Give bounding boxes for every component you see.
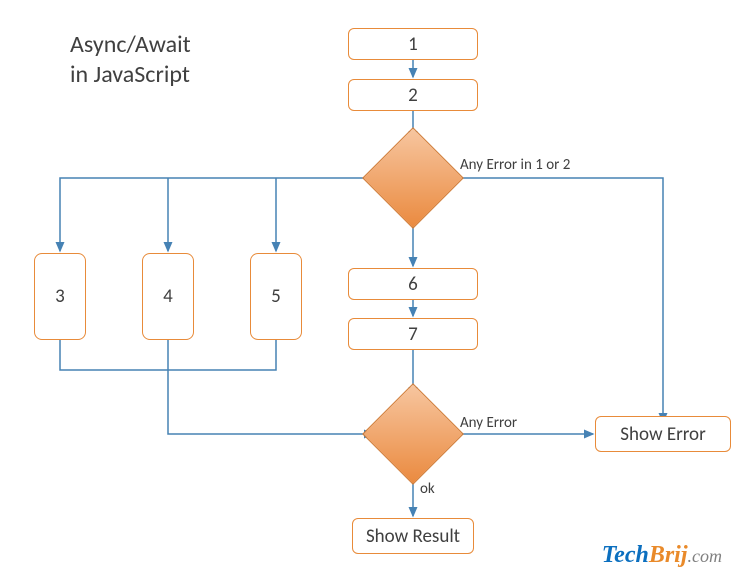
node-2-label: 2 xyxy=(408,84,418,107)
node-show-result: Show Result xyxy=(352,518,474,554)
title-line-1: Async/Await xyxy=(70,30,191,59)
brand-part-2: Brij xyxy=(649,542,688,568)
node-4-label: 4 xyxy=(163,285,173,308)
diagram-title: Async/Await in JavaScript xyxy=(70,30,191,90)
node-show-error: Show Error xyxy=(595,416,731,452)
title-line-2: in JavaScript xyxy=(70,60,190,89)
node-3: 3 xyxy=(34,253,86,340)
node-6-label: 6 xyxy=(408,273,418,296)
node-7-label: 7 xyxy=(408,323,418,346)
decision-2 xyxy=(362,383,464,485)
node-6: 6 xyxy=(348,268,478,300)
show-error-label: Show Error xyxy=(620,423,705,446)
node-2: 2 xyxy=(348,79,478,111)
decision-1 xyxy=(362,127,464,229)
node-5: 5 xyxy=(250,253,302,340)
label-error-1-or-2: Any Error in 1 or 2 xyxy=(460,156,570,174)
label-any-error: Any Error xyxy=(460,414,517,432)
node-1-label: 1 xyxy=(408,33,418,56)
node-1: 1 xyxy=(348,28,478,60)
brand-part-3: .com xyxy=(688,546,723,566)
node-5-label: 5 xyxy=(271,285,281,308)
branding-logo: TechBrij.com xyxy=(602,542,722,569)
label-ok: ok xyxy=(420,480,435,498)
node-4: 4 xyxy=(142,253,194,340)
node-3-label: 3 xyxy=(55,285,65,308)
show-result-label: Show Result xyxy=(366,525,460,548)
node-7: 7 xyxy=(348,318,478,350)
brand-part-1: Tech xyxy=(602,542,649,568)
